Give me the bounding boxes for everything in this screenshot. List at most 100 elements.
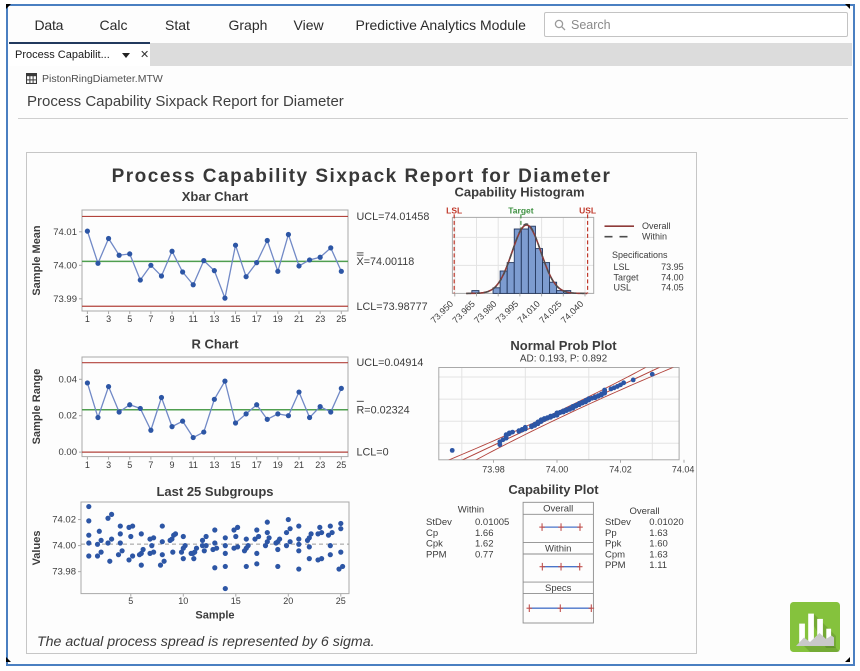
svg-text:0.01005: 0.01005	[475, 517, 509, 528]
svg-text:74.040: 74.040	[559, 299, 586, 326]
svg-text:Normal Prob Plot: Normal Prob Plot	[510, 338, 617, 353]
svg-text:StDev: StDev	[605, 517, 631, 528]
svg-text:StDev: StDev	[426, 517, 452, 528]
svg-text:Capability Histogram: Capability Histogram	[454, 185, 584, 200]
svg-text:74.00: 74.00	[53, 260, 77, 271]
svg-text:Overall: Overall	[629, 506, 659, 517]
svg-text:7: 7	[148, 460, 153, 470]
svg-text:Overall: Overall	[543, 504, 573, 515]
svg-text:74.02: 74.02	[609, 464, 632, 474]
svg-text:UCL=0.04914: UCL=0.04914	[357, 357, 424, 369]
svg-text:10: 10	[178, 596, 188, 606]
svg-text:PPM: PPM	[426, 549, 447, 560]
svg-text:25: 25	[336, 596, 346, 606]
svg-text:Target: Target	[614, 272, 640, 282]
svg-text:1: 1	[85, 460, 90, 470]
svg-text:Within: Within	[545, 543, 571, 554]
svg-text:R=0.02324: R=0.02324	[357, 404, 410, 416]
svg-text:73.95: 73.95	[661, 262, 684, 272]
svg-text:74.00: 74.00	[546, 464, 569, 474]
svg-text:0.00: 0.00	[59, 447, 78, 458]
svg-text:74.05: 74.05	[661, 283, 684, 293]
svg-text:19: 19	[273, 460, 283, 470]
svg-text:X=74.00118: X=74.00118	[357, 256, 415, 268]
svg-text:23: 23	[315, 314, 325, 324]
svg-text:Sample: Sample	[195, 610, 234, 622]
svg-text:1.62: 1.62	[475, 539, 494, 550]
svg-text:74.025: 74.025	[537, 299, 564, 326]
svg-text:Ppk: Ppk	[605, 539, 622, 550]
svg-text:0.01020: 0.01020	[649, 517, 683, 528]
svg-text:1.60: 1.60	[649, 539, 668, 550]
svg-text:Pp: Pp	[605, 528, 617, 539]
svg-text:13: 13	[209, 314, 219, 324]
svg-text:74.010: 74.010	[515, 299, 542, 326]
svg-text:7: 7	[148, 314, 153, 324]
svg-text:23: 23	[315, 460, 325, 470]
svg-text:LSL: LSL	[446, 206, 462, 216]
svg-text:15: 15	[230, 460, 240, 470]
svg-text:Capability Plot: Capability Plot	[508, 482, 599, 497]
svg-text:0.77: 0.77	[475, 549, 494, 560]
svg-text:Last 25 Subgroups: Last 25 Subgroups	[156, 484, 273, 499]
svg-text:UCL=74.01458: UCL=74.01458	[357, 211, 430, 223]
svg-text:Within: Within	[458, 505, 484, 516]
svg-text:73.98: 73.98	[482, 464, 505, 474]
svg-text:13: 13	[209, 460, 219, 470]
svg-text:73.950: 73.950	[429, 299, 456, 326]
svg-text:USL: USL	[579, 206, 596, 216]
svg-text:11: 11	[189, 460, 198, 470]
svg-text:15: 15	[230, 314, 240, 324]
svg-text:Target: Target	[508, 206, 534, 216]
svg-text:19: 19	[273, 314, 283, 324]
svg-text:5: 5	[128, 596, 133, 606]
svg-text:PPM: PPM	[605, 560, 626, 571]
svg-text:9: 9	[169, 314, 174, 324]
svg-text:25: 25	[336, 314, 346, 324]
svg-text:15: 15	[231, 596, 241, 606]
svg-text:Xbar Chart: Xbar Chart	[182, 189, 249, 204]
svg-text:11: 11	[189, 314, 198, 324]
svg-text:Sample Mean: Sample Mean	[31, 225, 43, 296]
svg-text:Cpk: Cpk	[426, 539, 443, 550]
svg-text:17: 17	[252, 460, 262, 470]
svg-text:Overall: Overall	[642, 221, 671, 231]
svg-text:20: 20	[283, 596, 293, 606]
svg-text:73.995: 73.995	[494, 299, 521, 326]
svg-text:1: 1	[85, 314, 90, 324]
svg-text:25: 25	[336, 460, 346, 470]
svg-text:5: 5	[127, 460, 132, 470]
svg-text:73.965: 73.965	[450, 299, 477, 326]
svg-text:Cpm: Cpm	[605, 549, 625, 560]
svg-text:R Chart: R Chart	[192, 337, 240, 352]
svg-text:74.00: 74.00	[52, 541, 76, 552]
svg-text:1.63: 1.63	[649, 528, 668, 539]
svg-text:AD: 0.193, P: 0.892: AD: 0.193, P: 0.892	[520, 354, 608, 365]
svg-text:LSL: LSL	[614, 262, 630, 272]
svg-text:3: 3	[106, 314, 111, 324]
svg-text:73.980: 73.980	[472, 299, 499, 326]
svg-text:74.00: 74.00	[661, 272, 684, 282]
svg-text:1.66: 1.66	[475, 528, 494, 539]
svg-text:0.02: 0.02	[59, 411, 78, 422]
svg-text:73.98: 73.98	[52, 567, 76, 578]
svg-text:LCL=73.98777: LCL=73.98777	[357, 301, 428, 313]
svg-text:Sample Range: Sample Range	[31, 369, 43, 445]
svg-text:3: 3	[106, 460, 111, 470]
svg-text:17: 17	[252, 314, 262, 324]
svg-text:74.04: 74.04	[672, 464, 695, 474]
svg-text:0.04: 0.04	[59, 374, 78, 385]
svg-text:21: 21	[294, 314, 304, 324]
svg-text:Specs: Specs	[545, 583, 572, 594]
svg-text:Within: Within	[642, 232, 667, 242]
svg-text:1.63: 1.63	[649, 549, 668, 560]
svg-text:USL: USL	[614, 283, 632, 293]
svg-text:1.11: 1.11	[649, 560, 667, 571]
svg-text:Values: Values	[31, 531, 43, 566]
svg-text:5: 5	[127, 314, 132, 324]
svg-text:LCL=0: LCL=0	[357, 447, 389, 459]
svg-text:Specifications: Specifications	[612, 250, 668, 260]
svg-text:21: 21	[294, 460, 304, 470]
svg-text:73.99: 73.99	[53, 294, 77, 305]
svg-text:Cp: Cp	[426, 528, 438, 539]
